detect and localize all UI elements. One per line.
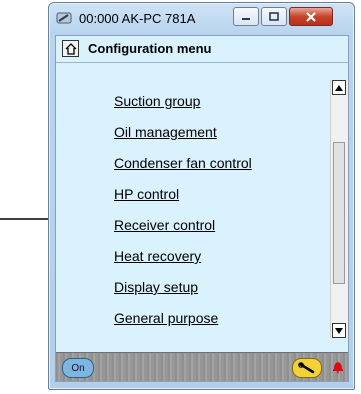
scroll-thumb[interactable]: [333, 142, 345, 284]
chevron-down-icon: [335, 327, 343, 334]
menu-item-oil-management[interactable]: Oil management: [114, 124, 217, 140]
menu-item-general-purpose[interactable]: General purpose: [114, 310, 218, 326]
maximize-icon: [269, 11, 279, 21]
close-button[interactable]: [289, 7, 333, 26]
menu-item-hp-control[interactable]: HP control: [114, 186, 179, 202]
wrench-button[interactable]: [292, 358, 322, 378]
menu-item-display-setup[interactable]: Display setup: [114, 279, 198, 295]
minimize-button[interactable]: [233, 7, 259, 26]
chevron-up-icon: [335, 84, 343, 91]
status-on-label: On: [71, 362, 85, 374]
window-title: 00:000 AK-PC 781A: [79, 11, 196, 26]
maximize-button[interactable]: [261, 7, 287, 26]
home-button[interactable]: [62, 40, 79, 57]
home-icon: [65, 42, 76, 55]
title-bar[interactable]: 00:000 AK-PC 781A: [49, 3, 354, 33]
menu-list: Suction group Oil management Condenser f…: [56, 63, 330, 333]
menu-item-condenser-fan-control[interactable]: Condenser fan control: [114, 155, 252, 171]
menu-item-receiver-control[interactable]: Receiver control: [114, 217, 215, 233]
vertical-scrollbar[interactable]: [330, 80, 348, 338]
menu-item-suction-group[interactable]: Suction group: [114, 93, 200, 109]
menu-item-heat-recovery[interactable]: Heat recovery: [114, 248, 201, 264]
client-area: Configuration menu Suction group Oil man…: [55, 35, 349, 382]
wrench-icon: [298, 362, 315, 374]
scroll-down-button[interactable]: [332, 323, 346, 338]
bell-icon: [333, 362, 343, 373]
menu-title: Configuration menu: [88, 41, 212, 56]
status-bar: On: [56, 352, 348, 381]
scroll-up-button[interactable]: [332, 80, 346, 95]
app-window: 00:000 AK-PC 781A Configuration menu Suc…: [48, 2, 355, 390]
device-icon: [56, 10, 72, 26]
minimize-icon: [242, 17, 250, 20]
status-on-button[interactable]: On: [62, 358, 94, 378]
alarm-button[interactable]: [331, 357, 345, 373]
close-icon: [306, 11, 316, 22]
menu-header: Configuration menu: [56, 36, 348, 63]
